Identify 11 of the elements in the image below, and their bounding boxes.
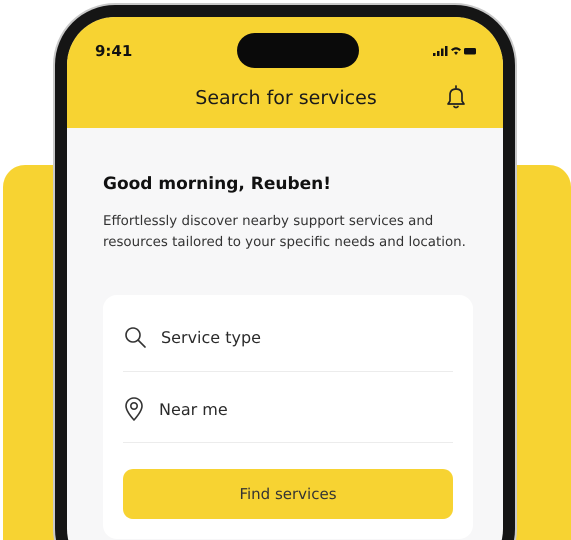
status-icons bbox=[433, 44, 477, 56]
location-pin-icon bbox=[123, 396, 145, 422]
status-time: 9:41 bbox=[95, 42, 132, 60]
search-icon bbox=[123, 325, 147, 349]
greeting-heading: Good morning, Reuben! bbox=[103, 174, 332, 194]
input-field[interactable]: Near me bbox=[159, 391, 453, 427]
find-services-button[interactable]: Find services bbox=[123, 469, 453, 519]
notification-bell-icon[interactable] bbox=[445, 84, 467, 110]
input-field[interactable]: Service type bbox=[161, 319, 453, 355]
page-title: Search for services bbox=[195, 87, 377, 109]
description-text: Effortlessly discover nearby support services and resources tailored to your specific needs and location. bbox=[103, 213, 467, 252]
